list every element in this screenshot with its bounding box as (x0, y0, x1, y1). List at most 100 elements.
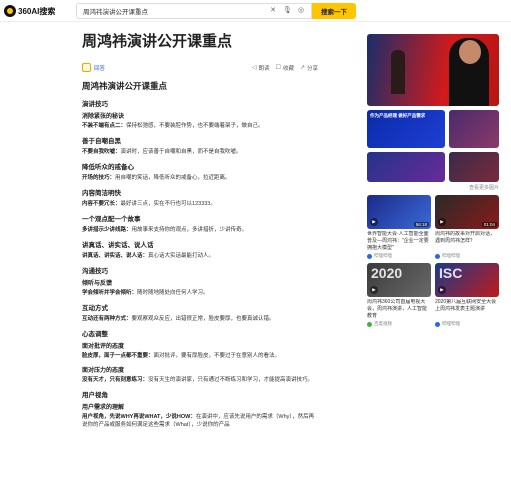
paragraph-lead: 多讲措示少讲线路： (82, 227, 132, 233)
read-aloud-button[interactable]: ◁ 朗读 (252, 64, 270, 72)
source-name: 哔哩哔哩 (442, 253, 460, 258)
video-card[interactable]: ISC ▶ 2020第八届互联网安全大会上周鸿祎发表主题演讲 哔哩哔哩 (435, 263, 499, 327)
answer-section: 演讲技巧 消除紧张的秘诀 不装不端有点二：保持松弛感，不要装腔作势，也不要端着架子，… (82, 98, 318, 130)
paragraph: 不要自我吹嘘：演讲时，应该善于自嘲和自黑，而不是自我吹嘘。 (82, 148, 318, 156)
paragraph: 学会倾听并学会倾听：随时随地随处向任何人学习。 (82, 289, 318, 297)
search-button[interactable]: 搜索一下 (312, 3, 356, 19)
paragraph: 内容不要冗长：最好讲三点，实在不行也可以123333。 (82, 200, 318, 208)
section-heading: 互动方式 (82, 305, 108, 312)
video-thumb[interactable]: ▶ 56:18 (367, 195, 431, 229)
image-thumb[interactable] (367, 152, 445, 182)
search-query[interactable]: 周鸿祎演讲公开课重点 (83, 6, 148, 16)
source-icon (435, 321, 440, 327)
paragraph-text: 随时随地随处向任何人学习。 (137, 290, 209, 296)
answer-section: 用户视角用户需求的理解用户视角，先说WHY再说WHAT，少说HOW：在演讲中，应… (82, 389, 318, 429)
paragraph-lead: 脸皮厚，面子一点都不重要： (82, 353, 154, 359)
source-name: 百度视频 (374, 321, 392, 326)
video-duration: 01:04 (481, 222, 497, 227)
section-heading: 内容简洁明快 (82, 190, 121, 197)
section-heading: 用户视角 (82, 392, 108, 399)
answer-section: 降低听众的戒备心 开场的技巧：用自嘲的笑话，降低听众的戒备心，拉近距离。 (82, 161, 318, 182)
portrait-head (459, 40, 481, 64)
paragraph-text: 用自嘲的笑话，降低听众的戒备心，拉近距离。 (115, 175, 231, 181)
answer-heading: 周鸿祎演讲公开课重点 (82, 81, 168, 91)
video-title[interactable]: 周鸿祎360公司首届电视大会，周鸿祎演讲，人工智能教育 (367, 299, 431, 320)
answer-section: 善于自嘲自黑 不要自我吹嘘：演讲时，应该善于自嘲和自黑，而不是自我吹嘘。 (82, 135, 318, 156)
subsection-heading: 面对批评的态度 (82, 344, 125, 350)
video-card[interactable]: ▶ 56:18 世界智能大会·人工智能全面普及—周鸿祎："企业一定要拥抱大模型"… (367, 195, 431, 259)
paragraph-lead: 讲真话、讲实话、说人话： (82, 253, 149, 259)
thumb-caption: 作为产品经理 做好产品需求 (370, 113, 426, 118)
logo-text: 360AI搜索 (18, 6, 56, 16)
paragraph-lead: 用户视角，先说WHY再说WHAT，少说HOW： (82, 414, 196, 420)
image-thumb[interactable] (449, 110, 499, 148)
article-actions: ◁ 朗读 ☐ 收藏 ↗ 分享 (252, 64, 318, 72)
video-thumb[interactable]: ISC ▶ (435, 263, 499, 297)
microphone-icon[interactable]: 🎙 (283, 7, 292, 15)
paragraph: 不装不端有点二：保持松弛感，不要装腔作势，也不要端着架子，做自己。 (82, 122, 318, 130)
video-card[interactable]: ▶ 01:04 周鸿祎的故事对开启对话，遇到周鸿祎怎样？ 哔哩哔哩 (435, 195, 499, 259)
paragraph-text: 演讲时，应该善于自嘲和自黑，而不是自我吹嘘。 (120, 149, 242, 155)
bookmark-icon: ☐ (275, 65, 281, 71)
video-title[interactable]: 2020第八届互联网安全大会上周鸿祎发表主题演讲 (435, 299, 499, 320)
video-source: 百度视频 (367, 321, 431, 327)
share-button[interactable]: ↗ 分享 (300, 64, 318, 72)
video-source: 哔哩哔哩 (435, 321, 499, 327)
video-thumb[interactable]: ▶ 01:04 (435, 195, 499, 229)
paragraph-lead: 互动还有两种方式： (82, 316, 132, 322)
search-input[interactable]: 周鸿祎演讲公开课重点 ✕ 🎙 ◎ (76, 3, 312, 19)
video-title[interactable]: 世界智能大会·人工智能全面普及—周鸿祎："企业一定要拥抱大模型" (367, 231, 431, 252)
play-icon[interactable]: ▶ (438, 218, 446, 226)
video-card[interactable]: 2020 ▶ 周鸿祎360公司首届电视大会，周鸿祎演讲，人工智能教育 百度视频 (367, 263, 431, 327)
paragraph-lead: 不装不端有点二： (82, 123, 127, 129)
source-icon (367, 253, 372, 259)
section-heading: 讲真话、讲实话、说人话 (82, 242, 154, 249)
image-thumb[interactable]: 作为产品经理 做好产品需求 (367, 110, 445, 148)
paragraph-lead: 没有天才，只有刻意练习： (82, 377, 149, 383)
action-label: 朗读 (258, 65, 270, 72)
source-icon (435, 253, 440, 259)
subsection-heading: 面对压力的态度 (82, 368, 125, 374)
video-duration: 56:18 (413, 222, 429, 227)
answer-section: 内容简洁明快内容不要冗长：最好讲三点，实在不行也可以123333。 (82, 187, 318, 208)
action-label: 分享 (306, 65, 318, 72)
paragraph: 用户视角，先说WHY再说WHAT，少说HOW：在演讲中，应该先说用户的需求（Wh… (82, 413, 318, 429)
answer-source[interactable]: 回答 (82, 63, 105, 72)
section-heading: 沟通技巧 (82, 268, 108, 275)
thumb-caption: ISC (439, 265, 463, 281)
more-images-link[interactable]: 查看更多图片 (367, 184, 499, 191)
play-icon[interactable]: ▶ (370, 218, 378, 226)
section-heading: 善于自嘲自黑 (82, 138, 121, 145)
hero-image[interactable] (367, 34, 499, 106)
paragraph-lead: 开场的技巧： (82, 175, 116, 181)
logo[interactable]: 360AI搜索 (4, 4, 55, 18)
section-heading: 降低听众的戒备心 (82, 164, 134, 171)
paragraph-lead: 不要自我吹嘘： (82, 149, 121, 155)
subsection-heading: 消除紧张的秘诀 (82, 114, 125, 120)
source-name: 哔哩哔哩 (442, 321, 460, 326)
video-thumb[interactable]: 2020 ▶ (367, 263, 431, 297)
video-source: 哔哩哔哩 (367, 253, 431, 259)
top-search-bar: 360AI搜索 周鸿祎演讲公开课重点 ✕ 🎙 ◎ 搜索一下 (0, 0, 511, 22)
video-source: 哔哩哔哩 (435, 253, 499, 259)
video-title[interactable]: 周鸿祎的故事对开启对话，遇到周鸿祎怎样？ (435, 231, 499, 252)
paragraph-text: 没有天生的演讲家，只有通过不断练习和学习，才能提高演讲技巧。 (148, 377, 314, 383)
play-icon[interactable]: ▶ (370, 286, 378, 294)
answer-section: 互动方式 互动还有两种方式：要观察观众反应，出错很正常，脸皮要厚，也要真诚认错。 (82, 302, 318, 323)
subsection-heading: 用户需求的理解 (82, 405, 125, 411)
source-icon (367, 321, 372, 327)
answer-article: 周鸿祎演讲公开课重点 回答 ◁ 朗读 ☐ 收藏 ↗ 分享 周鸿祎演讲公开课重点 演讲技… (82, 30, 318, 434)
page-title: 周鸿祎演讲公开课重点 (82, 33, 233, 50)
section-heading: 心态调整 (82, 331, 108, 338)
paragraph-text: 真心话大实话最能打动人。 (148, 253, 215, 259)
clear-icon[interactable]: ✕ (269, 7, 277, 15)
image-thumb[interactable] (449, 152, 499, 182)
paragraph: 多讲措示少讲线路：用故事来支持你的观点，多讲措折，少讲传奇。 (82, 226, 318, 234)
camera-icon[interactable]: ◎ (297, 7, 305, 15)
section-heading: 一个观点配一个故事 (82, 216, 141, 223)
thumb-caption: 2020 (371, 265, 403, 281)
paragraph-lead: 学会倾听并学会倾听： (82, 290, 138, 296)
answer-label: 回答 (94, 65, 106, 72)
favorite-button[interactable]: ☐ 收藏 (276, 64, 294, 72)
play-icon[interactable]: ▶ (438, 286, 446, 294)
